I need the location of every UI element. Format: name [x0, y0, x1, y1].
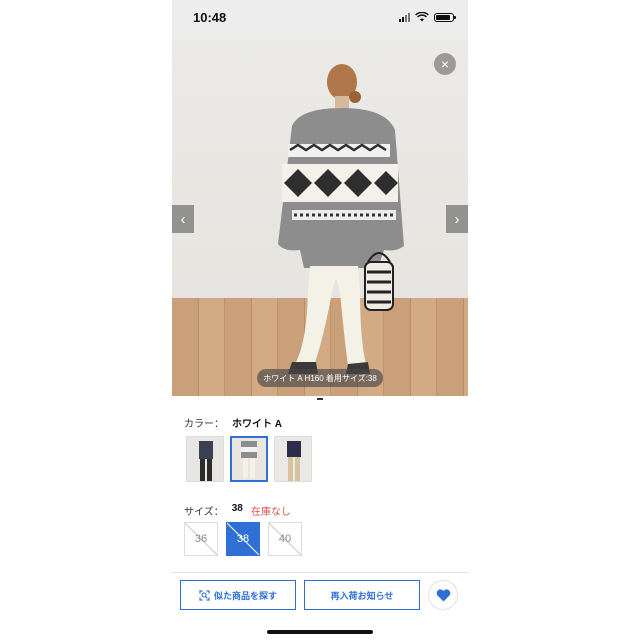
stock-status: 在庫なし: [250, 507, 291, 518]
size-selector-label: サイズ： 38 在庫なし: [184, 503, 291, 518]
swatch-image: [232, 438, 266, 480]
phone-screen: 10:48 × ‹ › ホワイト A H160 着用サイズ:38 カラー： ホワ…: [172, 0, 468, 640]
color-value: ホワイト A: [232, 419, 282, 430]
heart-icon: [436, 588, 450, 601]
close-button[interactable]: ×: [434, 53, 456, 75]
status-icons: [399, 12, 456, 22]
color-swatches: [186, 436, 312, 482]
size-value: 38: [231, 503, 243, 514]
find-similar-button[interactable]: 似た商品を探す: [180, 580, 296, 610]
product-photo[interactable]: × ‹ › ホワイト A H160 着用サイズ:38: [172, 40, 468, 396]
home-indicator: [267, 630, 373, 634]
color-swatch-white-a[interactable]: [230, 436, 268, 482]
color-swatch-navy[interactable]: [186, 436, 224, 482]
battery-icon: [434, 12, 456, 22]
swatch-image: [187, 437, 223, 481]
wifi-icon: [415, 12, 429, 22]
status-time: 10:48: [193, 10, 227, 25]
favorite-button[interactable]: [428, 580, 458, 610]
model-illustration: [278, 64, 404, 374]
next-image-button[interactable]: ›: [446, 205, 468, 233]
size-option-36[interactable]: 36: [184, 522, 218, 556]
gallery-page-indicator: [317, 398, 323, 400]
find-similar-label: 似た商品を探す: [213, 590, 277, 601]
restock-notify-button[interactable]: 再入荷お知らせ: [304, 580, 420, 610]
color-swatch-beige[interactable]: [274, 436, 312, 482]
size-option-38[interactable]: 38: [226, 522, 260, 556]
swatch-image: [275, 437, 311, 481]
size-options: 36 38 40: [184, 522, 302, 556]
image-search-icon: [199, 589, 210, 601]
photo-caption: ホワイト A H160 着用サイズ:38: [257, 369, 383, 387]
size-option-40[interactable]: 40: [268, 522, 302, 556]
size-label: サイズ：: [184, 507, 224, 518]
color-label: カラー：: [184, 419, 224, 430]
color-selector-label: カラー： ホワイト A: [184, 415, 282, 430]
restock-notify-label: 再入荷お知らせ: [330, 590, 394, 601]
previous-image-button[interactable]: ‹: [172, 205, 194, 233]
status-bar: 10:48: [172, 0, 468, 40]
cellular-signal-icon: [399, 12, 410, 22]
